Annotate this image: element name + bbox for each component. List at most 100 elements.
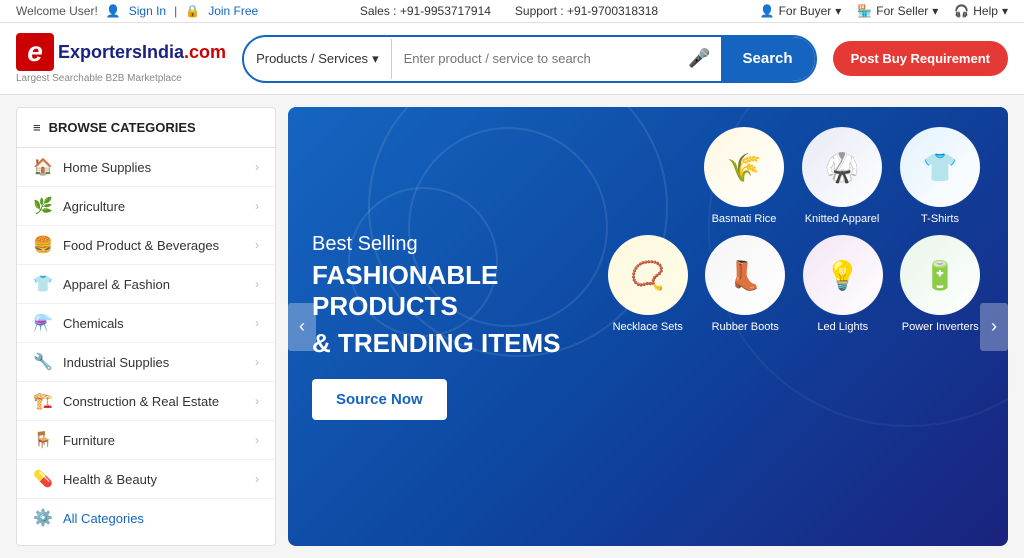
arrow-icon: › (255, 394, 259, 408)
welcome-text: Welcome User! (16, 4, 98, 18)
top-bar-left: Welcome User! 👤 Sign In | 🔒 Join Free (16, 4, 258, 18)
for-buyer-link[interactable]: 👤 For Buyer ▾ (760, 4, 842, 18)
led-lights-image: 💡 (803, 235, 883, 315)
health-label: Health & Beauty (63, 472, 157, 487)
home-supplies-label: Home Supplies (63, 160, 151, 175)
sidebar-item-furniture[interactable]: 🪑 Furniture › (17, 421, 275, 460)
source-now-button[interactable]: Source Now (312, 379, 447, 420)
product-item-tshirts[interactable]: 👕 T-Shirts (896, 127, 984, 225)
sidebar-item-food-beverages[interactable]: 🍔 Food Product & Beverages › (17, 226, 275, 265)
support-text: Support : +91-9700318318 (515, 4, 658, 18)
sidebar-item-agriculture[interactable]: 🌿 Agriculture › (17, 187, 275, 226)
microphone-icon[interactable]: 🎤 (678, 48, 720, 69)
sidebar-title: ≡ BROWSE CATEGORIES (17, 108, 275, 148)
sidebar-item-apparel-fashion[interactable]: 👕 Apparel & Fashion › (17, 265, 275, 304)
logo-subtitle: Largest Searchable B2B Marketplace (16, 73, 226, 84)
help-link[interactable]: 🎧 Help ▾ (954, 4, 1008, 18)
basmati-rice-image: 🌾 (704, 127, 784, 207)
banner-next-button[interactable]: › (980, 303, 1008, 351)
sidebar-item-health-beauty[interactable]: 💊 Health & Beauty › (17, 460, 275, 499)
food-beverages-icon: 🍔 (33, 235, 53, 255)
knitted-apparel-label: Knitted Apparel (805, 213, 880, 225)
sidebar-item-industrial-supplies[interactable]: 🔧 Industrial Supplies › (17, 343, 275, 382)
tshirts-label: T-Shirts (921, 213, 959, 225)
all-categories-icon: ⚙️ (33, 508, 53, 528)
sidebar-item-chemicals[interactable]: ⚗️ Chemicals › (17, 304, 275, 343)
construction-icon: 🏗️ (33, 391, 53, 411)
banner-title-big2: & TRENDING ITEMS (312, 328, 584, 359)
food-beverages-label: Food Product & Beverages (63, 238, 219, 253)
logo-tld: .com (184, 42, 226, 62)
knitted-apparel-image: 🥋 (802, 127, 882, 207)
for-seller-link[interactable]: 🏪 For Seller ▾ (857, 4, 938, 18)
industrial-label: Industrial Supplies (63, 355, 169, 370)
search-category-dropdown[interactable]: Products / Services ▾ (244, 39, 392, 79)
banner-area: ‹ Best Selling FASHIONABLE PRODUCTS & TR… (288, 107, 1008, 546)
logo: e ExportersIndia.com Largest Searchable … (16, 33, 226, 84)
search-input[interactable] (392, 39, 679, 79)
apparel-icon: 👕 (33, 274, 53, 294)
header: e ExportersIndia.com Largest Searchable … (0, 23, 1024, 95)
product-item-basmati-rice[interactable]: 🌾 Basmati Rice (700, 127, 788, 225)
furniture-icon: 🪑 (33, 430, 53, 450)
industrial-icon: 🔧 (33, 352, 53, 372)
product-item-power-inverters[interactable]: 🔋 Power Inverters (897, 235, 985, 333)
search-button[interactable]: Search (721, 37, 815, 81)
arrow-icon: › (255, 160, 259, 174)
search-area: Products / Services ▾ 🎤 Search (242, 35, 817, 83)
banner-right: 🌾 Basmati Rice 🥋 Knitted Apparel 👕 T-Shi… (604, 127, 984, 526)
lock-icon: 🔒 (185, 4, 200, 18)
led-lights-label: Led Lights (817, 321, 868, 333)
seller-icon: 🏪 (857, 4, 872, 18)
arrow-icon: › (255, 472, 259, 486)
sidebar-item-home-supplies[interactable]: 🏠 Home Supplies › (17, 148, 275, 187)
signin-link[interactable]: Sign In (129, 4, 166, 18)
banner-title-big: FASHIONABLE PRODUCTS (312, 260, 584, 322)
agriculture-label: Agriculture (63, 199, 125, 214)
arrow-icon: › (255, 355, 259, 369)
banner-title-small: Best Selling (312, 233, 584, 256)
logo-e-letter: e (16, 33, 54, 71)
rubber-boots-label: Rubber Boots (712, 321, 779, 333)
search-category-label: Products / Services (256, 51, 368, 66)
top-bar-right: 👤 For Buyer ▾ 🏪 For Seller ▾ 🎧 Help ▾ (760, 4, 1008, 18)
logo-name-text: ExportersIndia.com (58, 42, 226, 63)
product-row-1: 🌾 Basmati Rice 🥋 Knitted Apparel 👕 T-Shi… (604, 127, 984, 225)
necklace-sets-image: 📿 (608, 235, 688, 315)
user-icon: 👤 (106, 4, 121, 18)
arrow-icon: › (255, 277, 259, 291)
health-icon: 💊 (33, 469, 53, 489)
banner-left: Best Selling FASHIONABLE PRODUCTS & TREN… (312, 127, 604, 526)
product-item-led-lights[interactable]: 💡 Led Lights (799, 235, 887, 333)
buyer-chevron: ▾ (835, 4, 841, 18)
dropdown-chevron-icon: ▾ (372, 51, 379, 67)
chemicals-label: Chemicals (63, 316, 124, 331)
main-content: ≡ BROWSE CATEGORIES 🏠 Home Supplies › 🌿 … (0, 95, 1024, 558)
seller-chevron: ▾ (932, 4, 938, 18)
product-item-rubber-boots[interactable]: 👢 Rubber Boots (702, 235, 790, 333)
basmati-rice-label: Basmati Rice (712, 213, 777, 225)
product-row-2: 📿 Necklace Sets 👢 Rubber Boots 💡 Led Lig… (604, 235, 984, 333)
help-chevron: ▾ (1002, 4, 1008, 18)
necklace-sets-label: Necklace Sets (613, 321, 683, 333)
arrow-icon: › (255, 199, 259, 213)
product-item-knitted-apparel[interactable]: 🥋 Knitted Apparel (798, 127, 886, 225)
top-bar-center: Sales : +91-9953717914 Support : +91-970… (360, 4, 658, 18)
top-bar: Welcome User! 👤 Sign In | 🔒 Join Free Sa… (0, 0, 1024, 23)
sidebar-item-construction[interactable]: 🏗️ Construction & Real Estate › (17, 382, 275, 421)
tshirts-image: 👕 (900, 127, 980, 207)
arrow-icon: › (255, 238, 259, 252)
arrow-icon: › (255, 433, 259, 447)
sales-text: Sales : +91-9953717914 (360, 4, 491, 18)
construction-label: Construction & Real Estate (63, 394, 219, 409)
rubber-boots-image: 👢 (705, 235, 785, 315)
furniture-label: Furniture (63, 433, 115, 448)
sidebar-item-all-categories[interactable]: ⚙️ All Categories (17, 499, 275, 537)
logo-top: e ExportersIndia.com (16, 33, 226, 71)
logo-exporters: ExportersIndia (58, 42, 184, 62)
chemicals-icon: ⚗️ (33, 313, 53, 333)
joinfree-link[interactable]: Join Free (208, 4, 258, 18)
product-item-necklace-sets[interactable]: 📿 Necklace Sets (604, 235, 692, 333)
post-buy-requirement-button[interactable]: Post Buy Requirement (833, 41, 1008, 76)
home-supplies-icon: 🏠 (33, 157, 53, 177)
